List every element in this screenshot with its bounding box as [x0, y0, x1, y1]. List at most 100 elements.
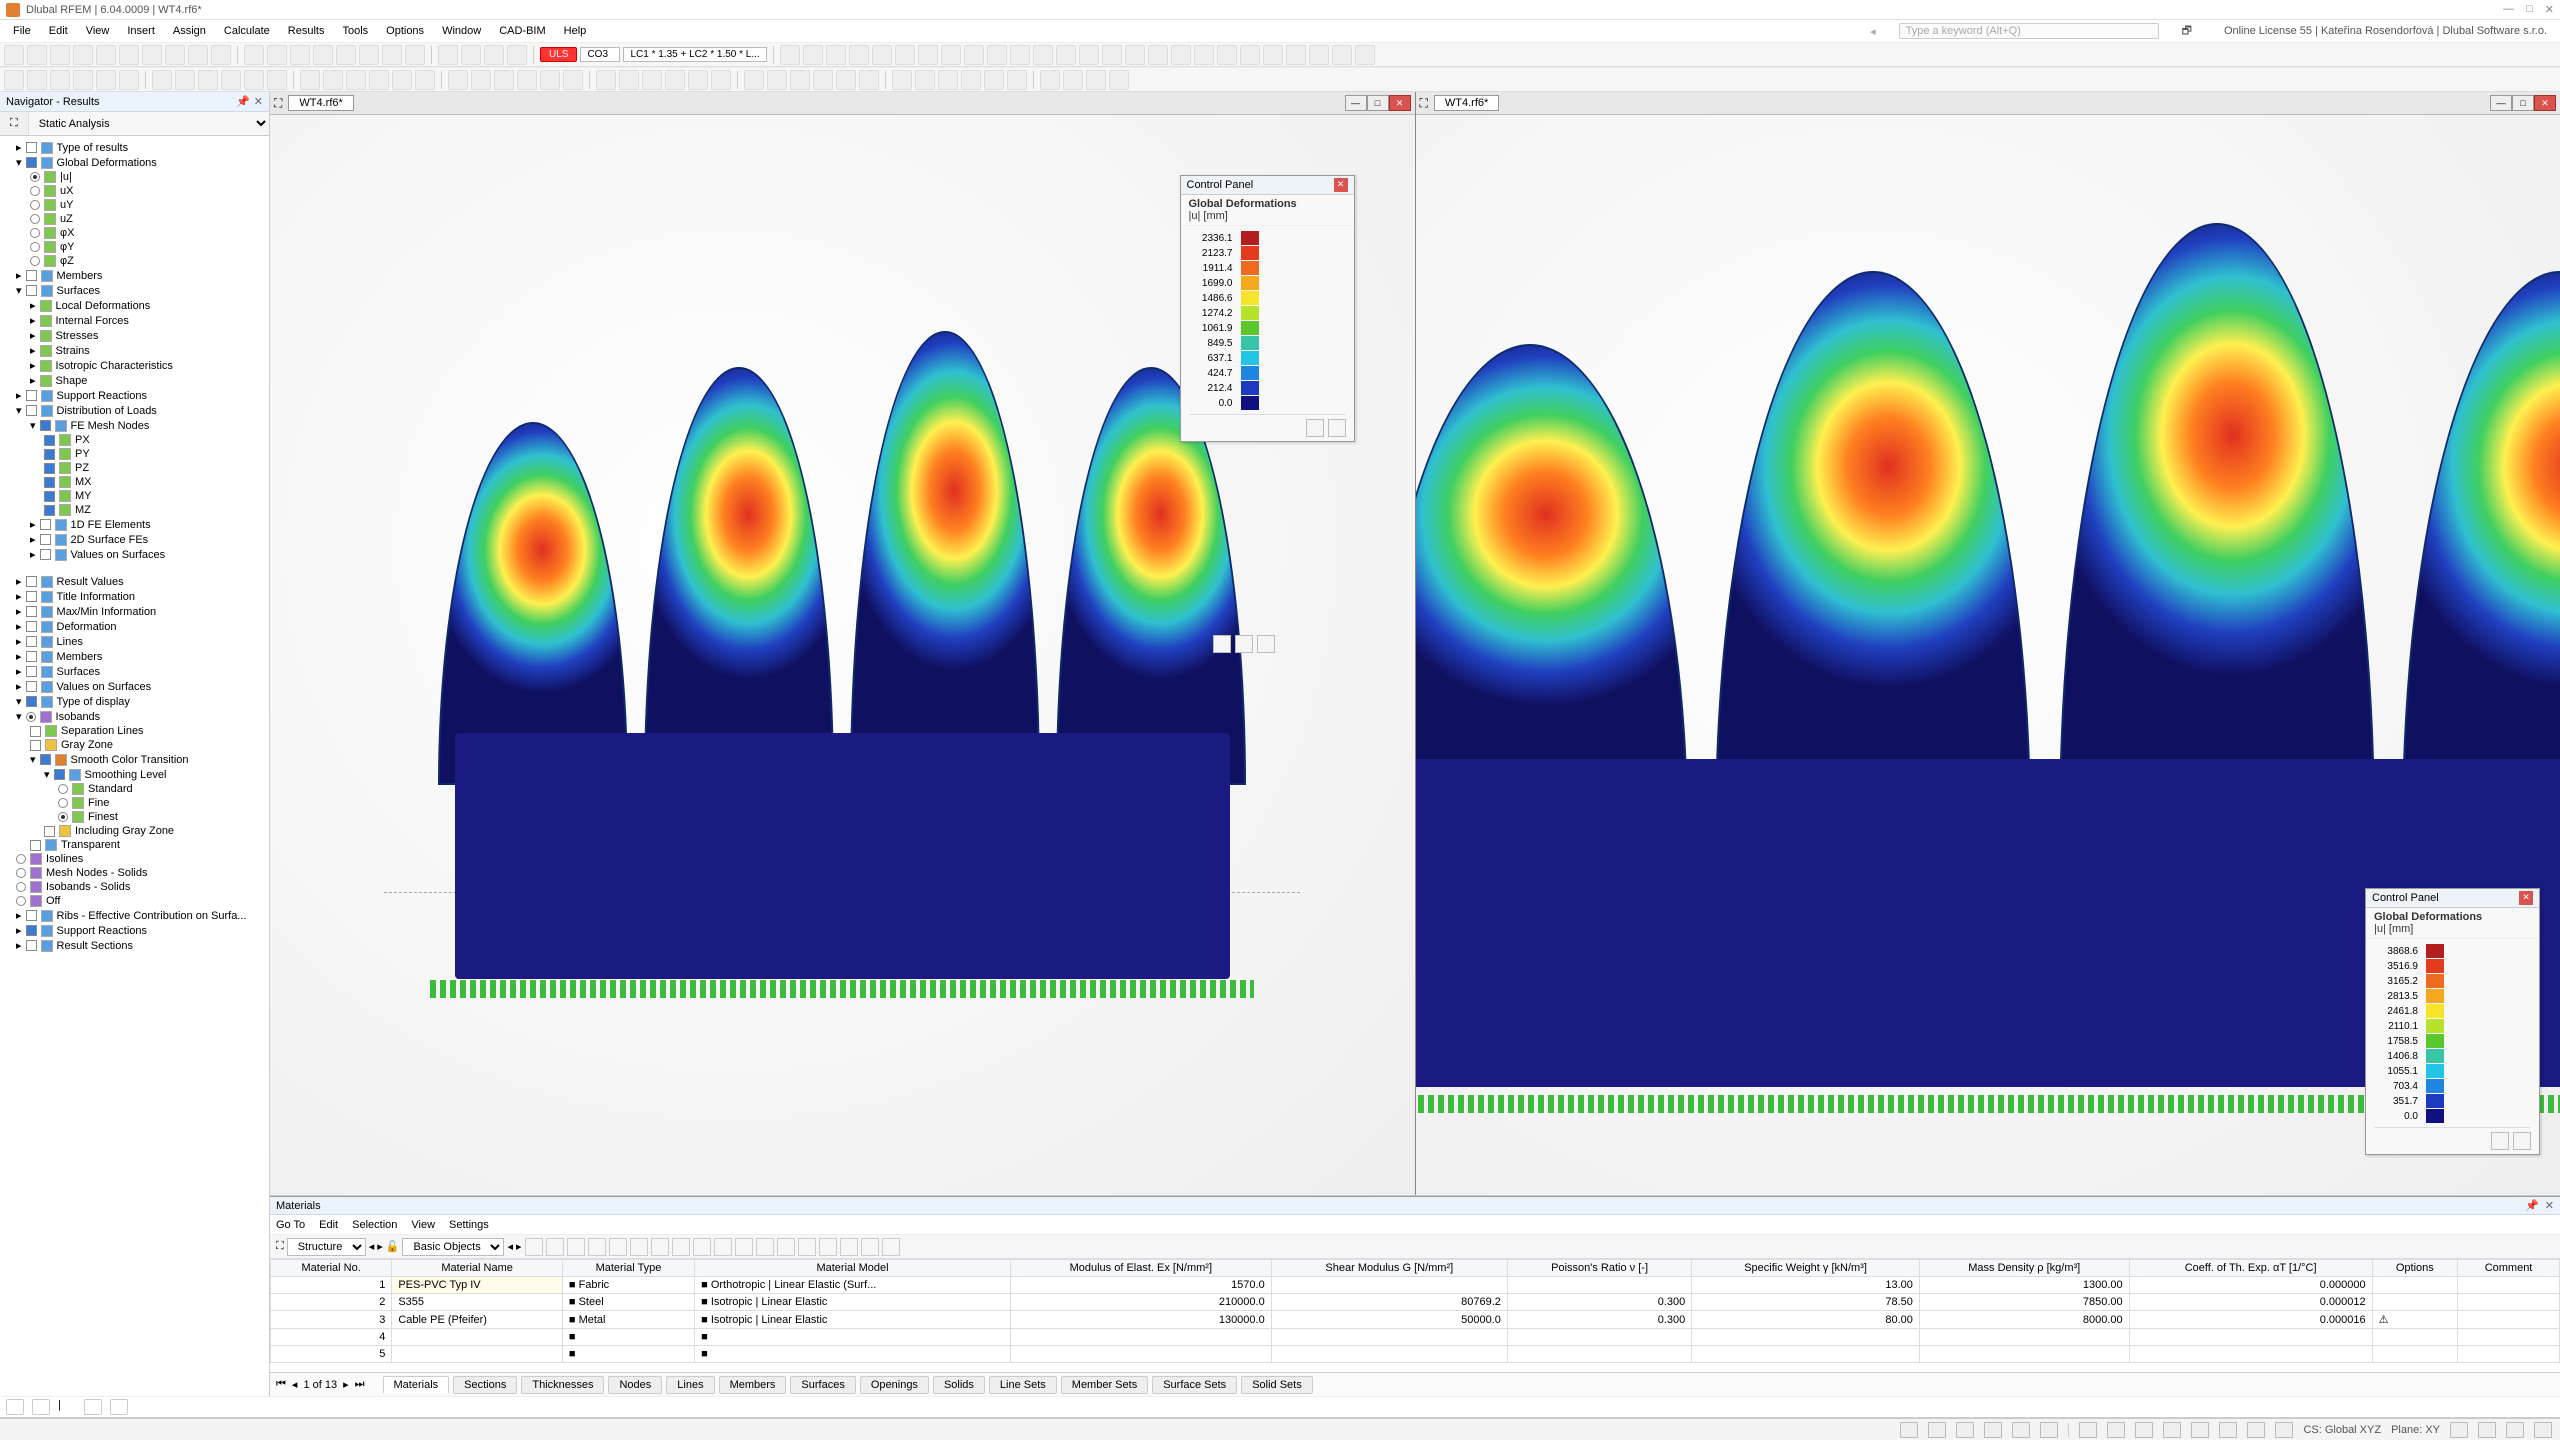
toolbar2-btn-40[interactable] — [984, 70, 1004, 90]
lowbar-btn-4[interactable] — [110, 1399, 128, 1415]
toolbar2-btn-22[interactable] — [540, 70, 560, 90]
status-btn-3[interactable] — [1984, 1422, 2002, 1438]
toolbar2-btn-35[interactable] — [859, 70, 879, 90]
toolbar1-btn-6[interactable] — [142, 45, 162, 65]
pager-last[interactable]: ⏭ — [355, 1378, 365, 1391]
mat-row-1[interactable]: 1PES-PVC Typ IV■ Fabric■ Orthotropic | L… — [271, 1277, 2560, 1294]
mat-tool-btn-12[interactable] — [777, 1238, 795, 1256]
mat-tab-sections[interactable]: Sections — [453, 1376, 517, 1394]
toolbar2-btn-37[interactable] — [915, 70, 935, 90]
toolbar2-btn-14[interactable] — [346, 70, 366, 90]
toolbar1-btn4-20[interactable] — [1240, 45, 1260, 65]
mat-tool-btn-11[interactable] — [756, 1238, 774, 1256]
toolbar2-btn-5[interactable] — [119, 70, 139, 90]
viewport-left[interactable]: ⛶ WT4.rf6* — □ ✕ — [270, 92, 1416, 1195]
lowbar-btn-3[interactable] — [84, 1399, 102, 1415]
mat-tool-btn-6[interactable] — [651, 1238, 669, 1256]
navigator-tree[interactable]: ▸ Type of results ▾ Global Deformations … — [0, 136, 269, 1396]
toolbar2-btn-43[interactable] — [1063, 70, 1083, 90]
nav-close-icon[interactable]: ✕ — [254, 95, 263, 108]
disp-item-1[interactable]: ▸ Title Information — [14, 589, 269, 604]
nav-tab-select[interactable]: Static Analysis — [29, 112, 269, 135]
mat-menu-goto[interactable]: Go To — [276, 1219, 305, 1231]
toolbar1-btn-0[interactable] — [4, 45, 24, 65]
mat-tab-solids[interactable]: Solids — [933, 1376, 985, 1394]
surf-item-0[interactable]: ▸ Local Deformations — [28, 298, 269, 313]
disp-item-4[interactable]: ▸ Lines — [14, 634, 269, 649]
toolbar2-btn-30[interactable] — [744, 70, 764, 90]
toolbar2-btn-34[interactable] — [836, 70, 856, 90]
toolbar2-btn-4[interactable] — [96, 70, 116, 90]
toolbar1-btn4-16[interactable] — [1148, 45, 1168, 65]
mat-tool-btn-10[interactable] — [735, 1238, 753, 1256]
toolbar1-btn-2[interactable] — [50, 45, 70, 65]
gd-item-0[interactable]: |u| — [28, 170, 269, 184]
status-btn2-5[interactable] — [2219, 1422, 2237, 1438]
toolbar2-btn-6[interactable] — [152, 70, 172, 90]
fe-item-3[interactable]: MX — [42, 475, 269, 489]
load-combo[interactable]: LC1 * 1.35 + LC2 * 1.50 * L... — [623, 47, 766, 62]
mat-tool-btn-7[interactable] — [672, 1238, 690, 1256]
search-input[interactable]: Type a keyword (Alt+Q) — [1899, 23, 2159, 39]
pager-first[interactable]: ⏮ — [276, 1378, 286, 1391]
status-btn2-3[interactable] — [2163, 1422, 2181, 1438]
toolbar1-btn4-14[interactable] — [1102, 45, 1122, 65]
menu-view[interactable]: View — [77, 23, 119, 39]
toolbar1-btn4-22[interactable] — [1286, 45, 1306, 65]
toolbar1-btn4-24[interactable] — [1332, 45, 1352, 65]
mat-tool-btn-1[interactable] — [546, 1238, 564, 1256]
toolbar1-btn4-23[interactable] — [1309, 45, 1329, 65]
toolbar2-btn-16[interactable] — [392, 70, 412, 90]
toolbar1-btn3-2[interactable] — [484, 45, 504, 65]
mat-tool-btn-15[interactable] — [840, 1238, 858, 1256]
toolbar1-btn4-19[interactable] — [1217, 45, 1237, 65]
toolbar1-btn4-8[interactable] — [964, 45, 984, 65]
menu-insert[interactable]: Insert — [118, 23, 164, 39]
toolbar1-btn4-12[interactable] — [1056, 45, 1076, 65]
toolbar1-btn4-0[interactable] — [780, 45, 800, 65]
surf-item-5[interactable]: ▸ Shape — [28, 373, 269, 388]
mat-row-5[interactable]: 5■ ■ — [271, 1346, 2560, 1363]
toolbar1-btn2-5[interactable] — [359, 45, 379, 65]
toolbar2-btn-18[interactable] — [448, 70, 468, 90]
mat-tool-btn-9[interactable] — [714, 1238, 732, 1256]
lowbar-btn-1[interactable] — [6, 1399, 24, 1415]
mat-tab-materials[interactable]: Materials — [383, 1376, 450, 1394]
status-btn-4[interactable] — [2012, 1422, 2030, 1438]
mat-pin-icon[interactable]: 📌 — [2525, 1199, 2539, 1212]
vp-left-minitoolbar[interactable] — [1213, 635, 1275, 653]
mat-tool-btn-3[interactable] — [588, 1238, 606, 1256]
viewport-right[interactable]: ⛶ WT4.rf6* — □ ✕ Co — [1416, 92, 2560, 1195]
toolbar2-btn-15[interactable] — [369, 70, 389, 90]
fe-item-0[interactable]: PX — [42, 433, 269, 447]
toolbar2-btn-21[interactable] — [517, 70, 537, 90]
control-panel-left[interactable]: Control Panel✕ Global Deformations|u| [m… — [1180, 175, 1355, 442]
mat-tool-btn-4[interactable] — [609, 1238, 627, 1256]
mat-tab-thicknesses[interactable]: Thicknesses — [521, 1376, 604, 1394]
mat-tool-btn-17[interactable] — [882, 1238, 900, 1256]
toolbar1-btn4-2[interactable] — [826, 45, 846, 65]
disp-item-8[interactable]: ▾ Type of display — [14, 694, 269, 709]
toolbar2-btn-3[interactable] — [73, 70, 93, 90]
toolbar2-btn-24[interactable] — [596, 70, 616, 90]
toolbar2-btn-12[interactable] — [300, 70, 320, 90]
toolbar1-btn2-1[interactable] — [267, 45, 287, 65]
fe-item-4[interactable]: MY — [42, 489, 269, 503]
toolbar1-btn-1[interactable] — [27, 45, 47, 65]
status-btn3-2[interactable] — [2506, 1422, 2524, 1438]
toolbar1-btn4-7[interactable] — [941, 45, 961, 65]
toolbar1-btn4-9[interactable] — [987, 45, 1007, 65]
status-btn2-6[interactable] — [2247, 1422, 2265, 1438]
toolbar2-btn-31[interactable] — [767, 70, 787, 90]
toolbar1-btn2-6[interactable] — [382, 45, 402, 65]
toolbar2-btn-38[interactable] — [938, 70, 958, 90]
uls-pill[interactable]: ULS — [540, 47, 577, 62]
mat-tool-btn-8[interactable] — [693, 1238, 711, 1256]
status-btn3-1[interactable] — [2478, 1422, 2496, 1438]
toolbar2-btn-23[interactable] — [563, 70, 583, 90]
mat-tool-btn-16[interactable] — [861, 1238, 879, 1256]
mat-tool-btn-5[interactable] — [630, 1238, 648, 1256]
mat-combo-structure[interactable]: Structure — [287, 1238, 366, 1256]
toolbar2-btn-20[interactable] — [494, 70, 514, 90]
disp-item-3[interactable]: ▸ Deformation — [14, 619, 269, 634]
